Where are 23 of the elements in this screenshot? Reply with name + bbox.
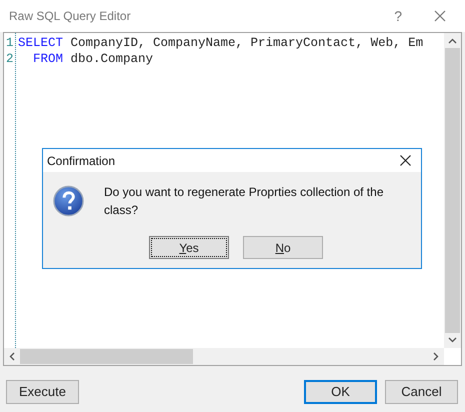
scroll-right-icon[interactable]: [433, 352, 439, 361]
no-button[interactable]: No: [243, 236, 323, 259]
yes-button[interactable]: Yes: [149, 236, 229, 259]
cancel-button[interactable]: Cancel: [385, 380, 458, 404]
dialog-message: Do you want to regenerate Proprties collection of the class?: [104, 184, 384, 219]
horizontal-scrollbar[interactable]: [4, 348, 444, 365]
scroll-left-icon[interactable]: [9, 352, 15, 361]
line-number: 1: [5, 35, 15, 51]
line-number: 2: [5, 51, 15, 67]
execute-button[interactable]: Execute: [6, 380, 79, 404]
help-button[interactable]: ?: [394, 6, 402, 26]
scroll-up-icon[interactable]: [448, 38, 457, 44]
scroll-thumb[interactable]: [20, 349, 193, 364]
scroll-down-icon[interactable]: [448, 337, 457, 343]
code-line: SELECT CompanyID, CompanyName, PrimaryContact, Web, Em: [18, 35, 424, 51]
dialog-title: Confirmation: [47, 152, 116, 170]
close-icon[interactable]: [400, 155, 411, 166]
scroll-thumb[interactable]: [445, 48, 460, 333]
question-icon: [53, 185, 84, 217]
ok-button[interactable]: OK: [304, 380, 377, 404]
vertical-scrollbar[interactable]: [444, 33, 461, 348]
window-title: Raw SQL Query Editor: [9, 8, 132, 25]
code-line: FROM dbo.Company: [32, 51, 154, 67]
